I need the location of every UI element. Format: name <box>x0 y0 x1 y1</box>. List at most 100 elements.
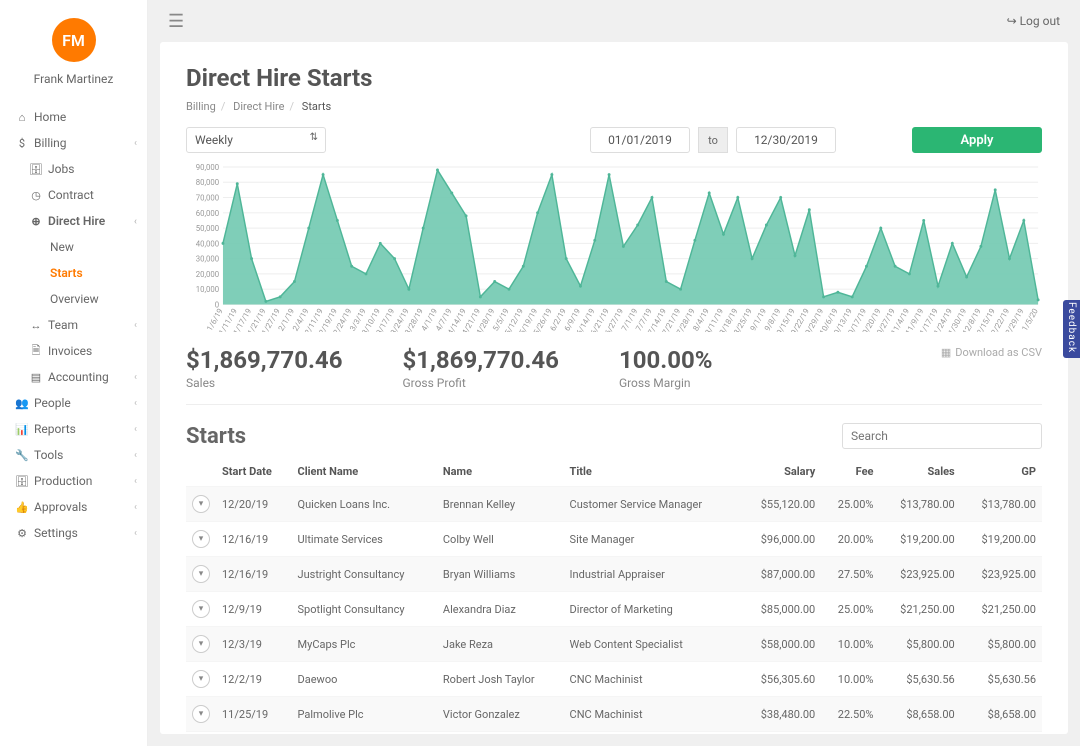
chevron-left-icon: ‹ <box>134 216 137 227</box>
expand-row-button[interactable]: ▾ <box>192 670 210 688</box>
granularity-select[interactable]: Weekly <box>186 127 326 153</box>
expand-row-button[interactable]: ▾ <box>192 635 210 653</box>
cell-client-name: Palmolive Plc <box>292 697 437 732</box>
breadcrumb-item[interactable]: Billing <box>186 100 216 113</box>
cell-gp: $8,658.00 <box>961 697 1042 732</box>
nav-tools[interactable]: 🔧Tools‹ <box>0 442 147 468</box>
chart-icon: 📊 <box>16 423 28 436</box>
nav-label-team: Team <box>48 318 134 332</box>
nav-starts[interactable]: Starts <box>0 260 147 286</box>
th-start-date[interactable]: Start Date <box>216 457 292 487</box>
kpi-label: Gross Margin <box>619 376 713 390</box>
cell-start-date: 12/20/19 <box>216 487 292 522</box>
cell-sales: $13,780.00 <box>879 487 960 522</box>
cell-sales: $23,925.00 <box>879 557 960 592</box>
cell-salary: $85,000.00 <box>740 592 821 627</box>
cell-start-date: 12/3/19 <box>216 627 292 662</box>
th-salary[interactable]: Salary <box>740 457 821 487</box>
expand-row-button[interactable]: ▾ <box>192 495 210 513</box>
chevron-left-icon: ‹ <box>134 424 137 435</box>
nav-direct-hire[interactable]: ⊕Direct Hire‹ <box>0 208 147 234</box>
page-title: Direct Hire Starts <box>186 64 1042 92</box>
cell-fee: 10.00% <box>821 662 879 697</box>
avatar[interactable]: FM <box>52 18 96 62</box>
breadcrumb-item[interactable]: Direct Hire <box>233 100 284 113</box>
kpi-value: $1,869,770.46 <box>186 346 342 374</box>
main: ☰ ↪ Log out Direct Hire Starts Billing/ … <box>148 0 1080 746</box>
nav-label-billing: Billing <box>34 136 134 150</box>
dollar-icon: $ <box>16 137 28 150</box>
nav-invoices[interactable]: 🗎Invoices <box>0 338 147 364</box>
table-row: ▾12/20/19Quicken Loans Inc.Brennan Kelle… <box>186 487 1042 522</box>
cell-salary: $55,120.00 <box>740 487 821 522</box>
date-to-input[interactable] <box>736 127 836 153</box>
cell-name: Brennan Kelley <box>437 487 564 522</box>
expand-row-button[interactable]: ▾ <box>192 530 210 548</box>
feedback-label: Feedback <box>1066 302 1077 353</box>
cell-fee: 20.00% <box>821 522 879 557</box>
date-from-input[interactable] <box>590 127 690 153</box>
cell-gp: $16,000.00 <box>961 732 1042 734</box>
nav-billing[interactable]: $ Billing‹ <box>0 130 147 156</box>
table-row: ▾12/2/19DaewooRobert Josh TaylorCNC Mach… <box>186 662 1042 697</box>
menu-toggle-icon[interactable]: ☰ <box>168 11 184 32</box>
cell-start-date: 12/16/19 <box>216 522 292 557</box>
th-name[interactable]: Name <box>437 457 564 487</box>
cell-client-name: Spotlight Consultancy <box>292 592 437 627</box>
nav-jobs[interactable]: 🗄Jobs <box>0 156 147 182</box>
nav-accounting[interactable]: ▤Accounting‹ <box>0 364 147 390</box>
nav-reports[interactable]: 📊 Reports‹ <box>0 416 147 442</box>
nav-settings[interactable]: ⚙Settings‹ <box>0 520 147 546</box>
nav-overview[interactable]: Overview <box>0 286 147 312</box>
th-title[interactable]: Title <box>564 457 740 487</box>
cell-title: Customer Service Manager <box>564 487 740 522</box>
download-csv-link[interactable]: ▦ Download as CSV <box>941 346 1042 359</box>
th-sales[interactable]: Sales <box>879 457 960 487</box>
cell-sales: $16,000.00 <box>879 732 960 734</box>
table-row: ▾12/9/19Spotlight ConsultancyAlexandra D… <box>186 592 1042 627</box>
kpi-label: Gross Profit <box>402 376 558 390</box>
chevron-left-icon: ‹ <box>134 138 137 149</box>
breadcrumb: Billing/ Direct Hire/ Starts <box>186 100 1042 113</box>
expand-row-button[interactable]: ▾ <box>192 565 210 583</box>
wrench-icon: 🔧 <box>16 449 28 462</box>
apply-button[interactable]: Apply <box>912 127 1042 153</box>
nav-label-people: People <box>34 396 134 410</box>
nav-home[interactable]: ⌂Home <box>0 104 147 130</box>
table-title: Starts <box>186 424 246 449</box>
cell-salary: $96,000.00 <box>740 522 821 557</box>
kpi-value: $1,869,770.46 <box>402 346 558 374</box>
people-icon: 👥 <box>16 397 28 410</box>
cell-sales: $8,658.00 <box>879 697 960 732</box>
cell-name: Victor Gonzalez <box>437 697 564 732</box>
nav-new[interactable]: New <box>0 234 147 260</box>
nav-contract[interactable]: ◷Contract <box>0 182 147 208</box>
chevron-left-icon: ‹ <box>134 476 137 487</box>
cell-fee: 25.00% <box>821 487 879 522</box>
nav-label-contract: Contract <box>48 188 137 202</box>
feedback-tab[interactable]: Feedback <box>1063 300 1080 358</box>
username: Frank Martinez <box>34 72 114 86</box>
nav-label-production: Production <box>34 474 134 488</box>
starts-table: Start Date Client Name Name Title Salary… <box>186 457 1042 734</box>
cell-start-date: 12/9/19 <box>216 592 292 627</box>
topbar: ☰ ↪ Log out <box>148 0 1080 42</box>
th-fee[interactable]: Fee <box>821 457 879 487</box>
nav-team[interactable]: ↔Team‹ <box>0 312 147 338</box>
nav-approvals[interactable]: 👍Approvals‹ <box>0 494 147 520</box>
svg-text:40,000: 40,000 <box>196 239 219 248</box>
nav-label-reports: Reports <box>34 422 134 436</box>
expand-row-button[interactable]: ▾ <box>192 705 210 723</box>
search-input[interactable] <box>842 423 1042 449</box>
nav-label-starts: Starts <box>50 266 137 280</box>
th-gp[interactable]: GP <box>961 457 1042 487</box>
nav-people[interactable]: 👥People‹ <box>0 390 147 416</box>
logout-link[interactable]: ↪ Log out <box>1007 14 1060 28</box>
expand-row-button[interactable]: ▾ <box>192 600 210 618</box>
download-label: Download as CSV <box>955 346 1042 359</box>
cell-client-name: Ultimate Services <box>292 522 437 557</box>
nav-production[interactable]: 🗄Production‹ <box>0 468 147 494</box>
chart: 010,00020,00030,00040,00050,00060,00070,… <box>186 163 1042 332</box>
svg-text:10,000: 10,000 <box>196 285 219 294</box>
th-client-name[interactable]: Client Name <box>292 457 437 487</box>
